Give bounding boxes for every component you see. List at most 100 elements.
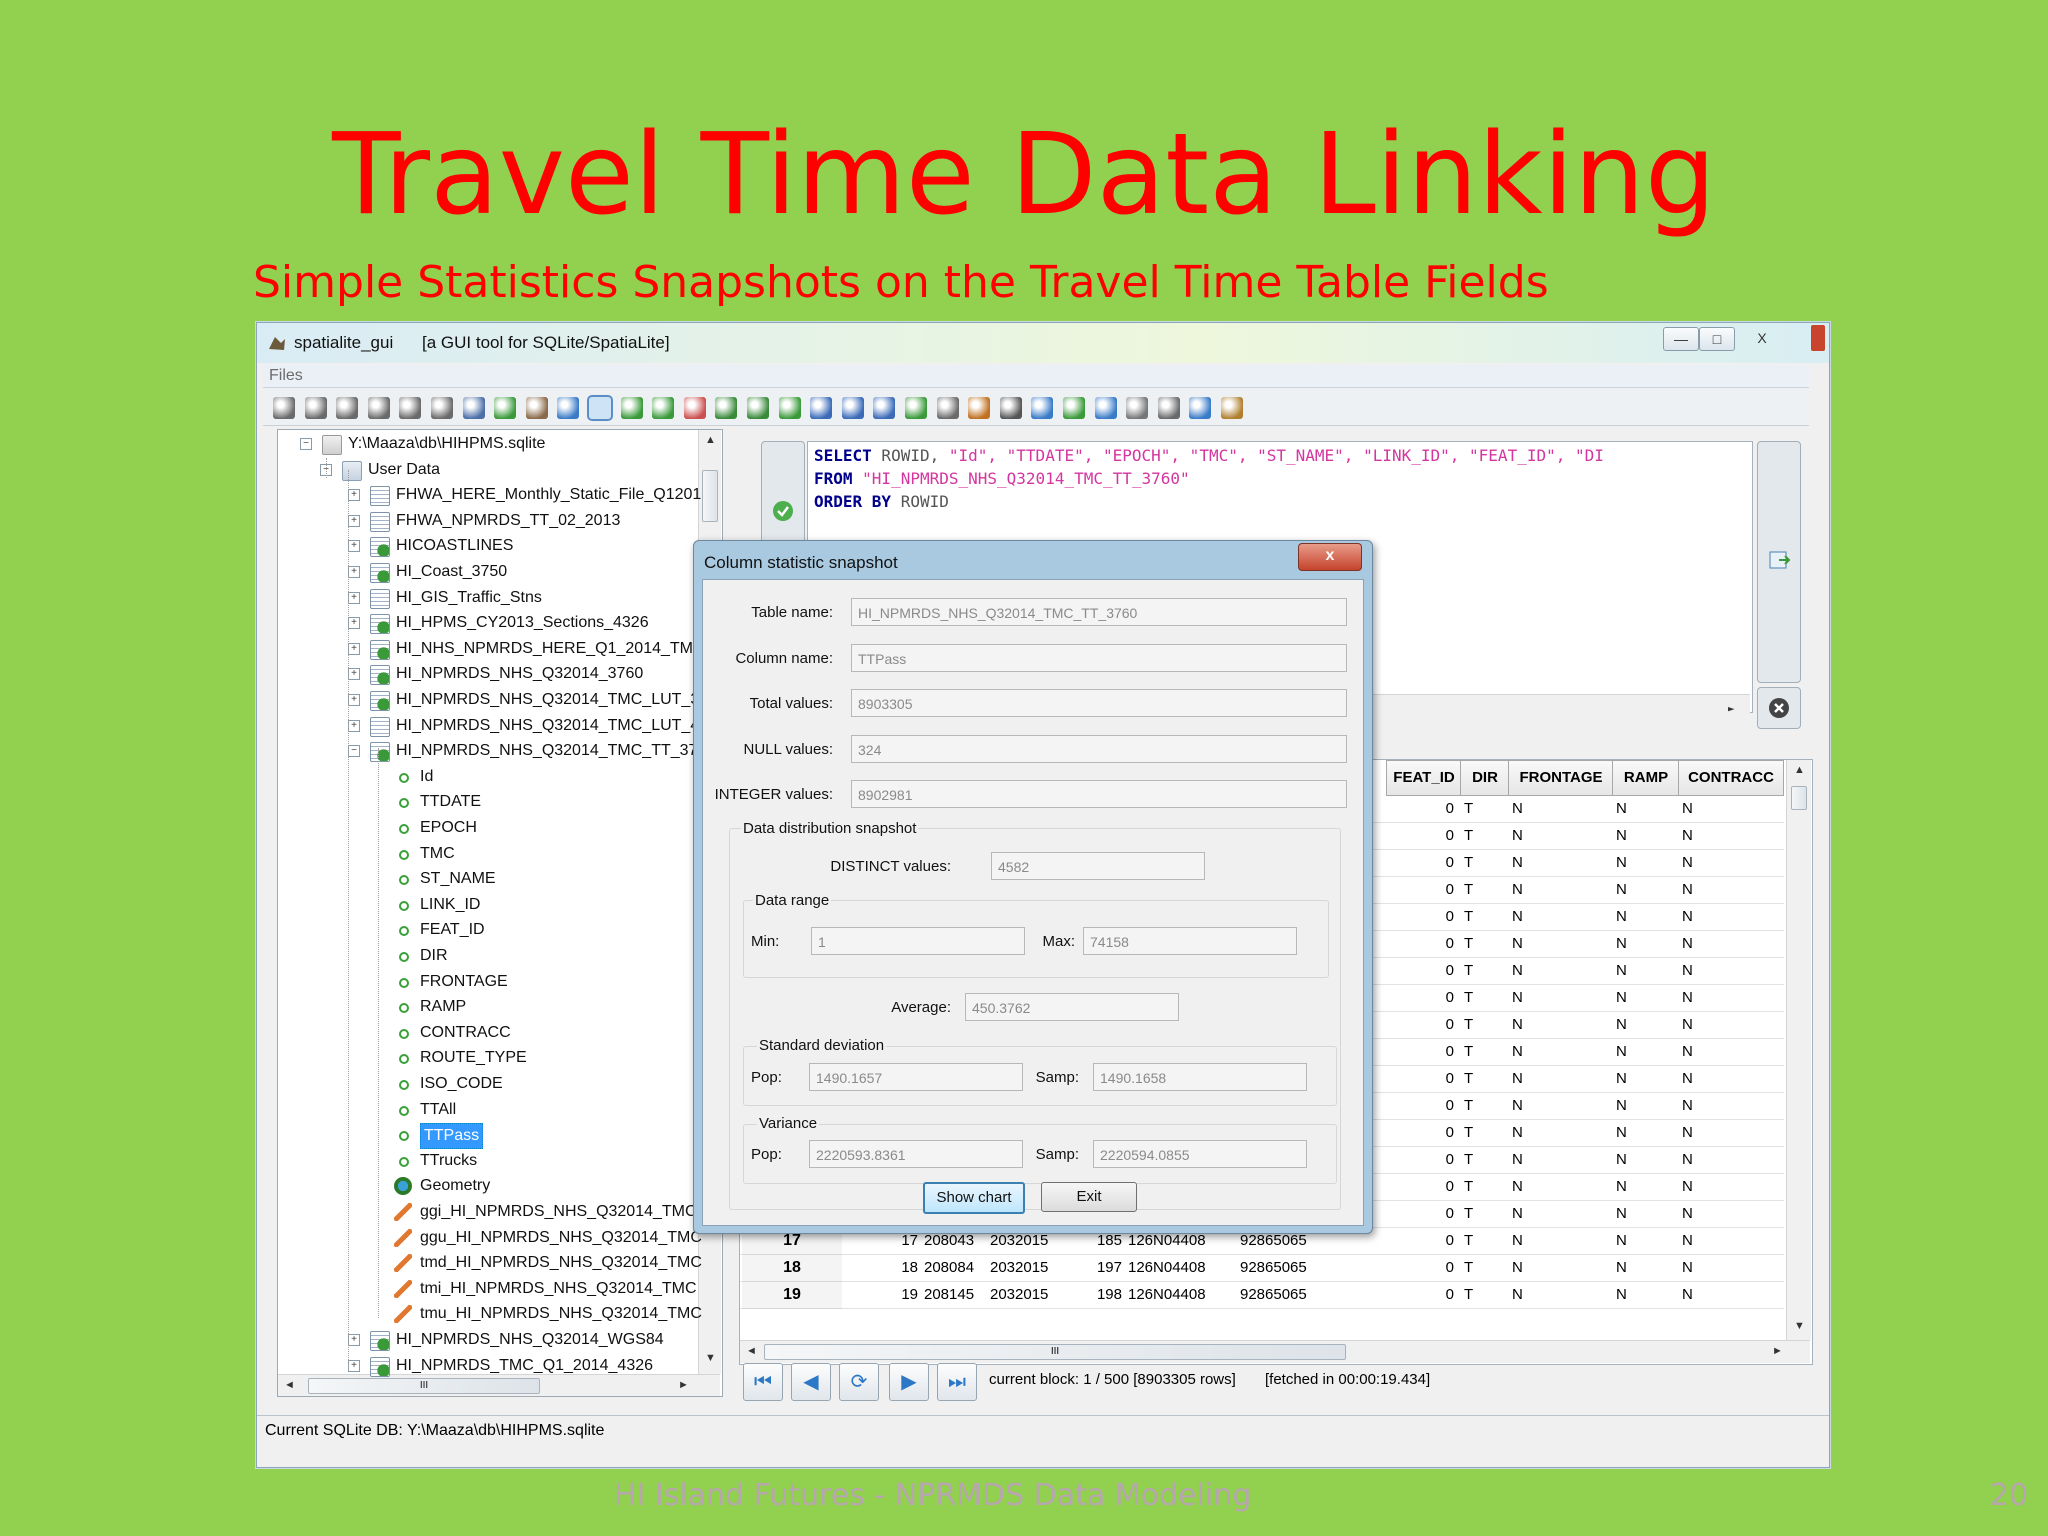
minimize-button[interactable]: — xyxy=(1663,327,1699,351)
expand-icon[interactable]: + xyxy=(348,591,360,604)
grid-cell[interactable]: N xyxy=(1616,904,1678,930)
memory-load-icon[interactable] xyxy=(399,397,422,419)
grid-cell[interactable]: N xyxy=(1512,931,1612,957)
scroll-left-icon[interactable]: ◄ xyxy=(284,1379,295,1391)
tree-column[interactable]: LINK_ID xyxy=(278,893,698,917)
charset-icon[interactable] xyxy=(1031,397,1054,419)
grid-cell[interactable]: N xyxy=(1682,1228,1782,1254)
grid-cell[interactable]: 0 xyxy=(1386,904,1454,930)
grid-cell[interactable]: 0 xyxy=(1386,877,1454,903)
grid-cell[interactable]: N xyxy=(1682,1282,1782,1308)
exit-button[interactable]: Exit xyxy=(1041,1182,1137,1212)
tree-column[interactable]: ROUTE_TYPE xyxy=(278,1046,698,1070)
grid-cell[interactable]: T xyxy=(1464,931,1508,957)
grid-cell[interactable]: N xyxy=(1512,850,1612,876)
next-block-button[interactable]: ▶ xyxy=(889,1363,929,1401)
grid-cell[interactable]: T xyxy=(1464,1093,1508,1119)
collapse-icon[interactable]: − xyxy=(348,745,360,758)
grid-cell[interactable]: 0 xyxy=(1386,958,1454,984)
grid-cell[interactable]: N xyxy=(1616,1120,1678,1146)
execute-sql-icon[interactable] xyxy=(772,500,794,522)
scroll-right-icon[interactable]: ► xyxy=(1728,697,1735,720)
grid-row-number[interactable]: 19 xyxy=(742,1282,842,1309)
grid-cell[interactable]: 0 xyxy=(1386,1282,1454,1308)
grid-cell[interactable]: 2032015 xyxy=(990,1282,1060,1308)
tree-table[interactable]: + HI_NHS_NPMRDS_HERE_Q1_2014_TMC_ xyxy=(278,637,713,661)
close-window-button[interactable]: X xyxy=(1735,327,1789,349)
tree-column[interactable]: DIR xyxy=(278,944,698,968)
tree-table[interactable]: + HI_NPMRDS_TMC_Q1_2014_4326 xyxy=(278,1354,698,1378)
tree-table[interactable]: − HI_NPMRDS_NHS_Q32014_TMC_TT_376 xyxy=(278,739,706,763)
expand-icon[interactable]: + xyxy=(348,642,360,655)
grid-vertical-scrollbar[interactable]: ▲ ▼ xyxy=(1786,760,1811,1340)
clear-sql-button[interactable] xyxy=(1757,687,1801,729)
stddev-samp-field[interactable]: 1490.1658 xyxy=(1093,1063,1307,1091)
grid-cell[interactable]: N xyxy=(1682,1174,1782,1200)
tree-db-root[interactable]: − Y:\Maaza\db\HIHPMS.sqlite xyxy=(278,432,698,456)
show-chart-button[interactable]: Show chart xyxy=(923,1182,1025,1214)
tree-trigger[interactable]: ggi_HI_NPMRDS_NHS_Q32014_TMC xyxy=(278,1200,698,1224)
tree-hscroll-thumb[interactable]: III xyxy=(308,1378,540,1394)
create-db-icon[interactable] xyxy=(336,397,359,419)
tree-table[interactable]: + HICOASTLINES xyxy=(278,534,698,558)
help-icon[interactable] xyxy=(1157,397,1180,419)
max-field[interactable]: 74158 xyxy=(1083,927,1297,955)
grid-cell[interactable]: 0 xyxy=(1386,1147,1454,1173)
tree-trigger[interactable]: ggu_HI_NPMRDS_NHS_Q32014_TMC xyxy=(278,1226,702,1250)
grid-hscroll-thumb[interactable]: III xyxy=(764,1344,1346,1360)
tree-table[interactable]: + HI_NPMRDS_NHS_Q32014_3760 xyxy=(278,662,698,686)
variance-pop-field[interactable]: 2220593.8361 xyxy=(809,1140,1023,1168)
grid-cell[interactable]: N xyxy=(1616,1039,1678,1065)
variance-samp-field[interactable]: 2220594.0855 xyxy=(1093,1140,1307,1168)
grid-column-header[interactable]: FEAT_ID xyxy=(1386,760,1462,796)
grid-cell[interactable]: 198 xyxy=(1062,1282,1122,1308)
load-xml-icon[interactable] xyxy=(810,397,833,419)
grid-cell[interactable]: 126N04408 xyxy=(1128,1282,1208,1308)
average-field[interactable]: 450.3762 xyxy=(965,993,1179,1021)
tree-table[interactable]: + HI_NPMRDS_NHS_Q32014_TMC_LUT_43 xyxy=(278,714,708,738)
scroll-up-icon[interactable]: ▲ xyxy=(705,434,716,446)
tree-table[interactable]: + HI_HPMS_CY2013_Sections_4326 xyxy=(278,611,698,635)
tree-geometry[interactable]: Geometry xyxy=(278,1174,698,1198)
grid-column-header[interactable]: FRONTAGE xyxy=(1508,760,1614,796)
gps-icon[interactable] xyxy=(968,397,991,419)
grid-cell[interactable]: N xyxy=(1682,850,1782,876)
grid-cell[interactable]: T xyxy=(1464,850,1508,876)
grid-cell[interactable]: N xyxy=(1682,877,1782,903)
maximize-button[interactable]: □ xyxy=(1699,327,1735,351)
scroll-up-icon[interactable]: ▲ xyxy=(1794,764,1805,776)
grid-cell[interactable]: N xyxy=(1512,1174,1612,1200)
tree-column[interactable]: EPOCH xyxy=(278,816,698,840)
dxf-icon[interactable] xyxy=(873,397,896,419)
grid-cell[interactable]: N xyxy=(1682,1012,1782,1038)
checkgeom-icon[interactable] xyxy=(652,397,675,419)
grid-cell[interactable]: N xyxy=(1512,796,1612,822)
expand-icon[interactable]: + xyxy=(348,617,360,630)
tree-user-data[interactable]: − User Data xyxy=(278,458,698,482)
grid-cell[interactable]: T xyxy=(1464,1228,1508,1254)
grid-cell[interactable]: N xyxy=(1682,1093,1782,1119)
tree-trigger[interactable]: tmu_HI_NPMRDS_NHS_Q32014_TMC xyxy=(278,1302,702,1326)
tree-column[interactable]: CONTRACC xyxy=(278,1021,698,1045)
expand-icon[interactable]: + xyxy=(348,1334,360,1346)
grid-cell[interactable]: 126N04408 xyxy=(1128,1255,1208,1281)
grid-cell[interactable]: N xyxy=(1512,904,1612,930)
grid-cell[interactable]: T xyxy=(1464,1174,1508,1200)
grid-cell[interactable]: N xyxy=(1682,904,1782,930)
collapse-icon[interactable]: − xyxy=(300,438,312,450)
column-name-field[interactable]: TTPass xyxy=(851,644,1347,672)
tree-scroll-thumb[interactable] xyxy=(702,470,718,522)
grid-cell[interactable]: 0 xyxy=(1386,1228,1454,1254)
grid-cell[interactable]: N xyxy=(1682,1120,1782,1146)
grid-cell[interactable]: 2032015 xyxy=(990,1255,1060,1281)
tree-column[interactable]: TTDATE xyxy=(278,790,698,814)
tree-column[interactable]: Id xyxy=(278,765,698,789)
map-icon[interactable] xyxy=(620,397,643,419)
grid-cell[interactable]: T xyxy=(1464,1012,1508,1038)
distinct-values-field[interactable]: 4582 xyxy=(991,852,1205,880)
wfs-icon[interactable] xyxy=(841,397,864,419)
grid-cell[interactable]: N xyxy=(1616,823,1678,849)
csv-icon[interactable] xyxy=(683,397,706,419)
attach-icon[interactable] xyxy=(1063,397,1085,419)
grid-cell[interactable]: 208084 xyxy=(924,1255,986,1281)
